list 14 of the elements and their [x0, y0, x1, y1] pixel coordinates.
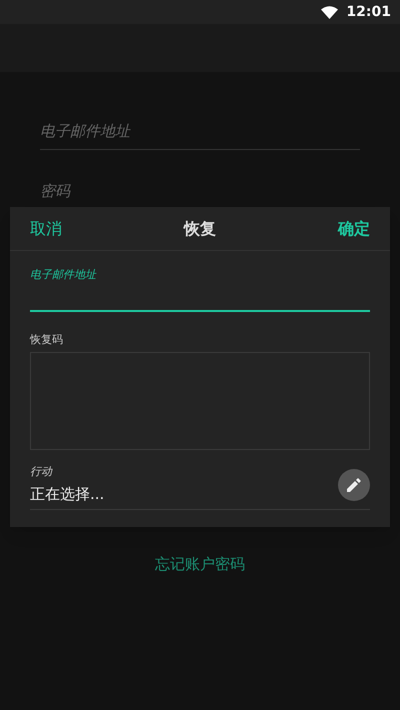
password-field[interactable]: 密码 — [40, 180, 360, 208]
action-label: 行动 — [30, 464, 54, 480]
action-value[interactable]: 正在选择... — [30, 482, 104, 505]
email-label: 电子邮件地址 — [30, 267, 98, 283]
edit-button[interactable] — [338, 469, 370, 501]
status-time: 12:01 — [346, 2, 391, 22]
wifi-icon — [321, 6, 338, 18]
forgot-password-link[interactable]: 忘记账户密码 — [155, 553, 245, 576]
cancel-button[interactable]: 取消 — [30, 216, 62, 240]
recovery-code-label: 恢复码 — [30, 332, 64, 348]
confirm-button[interactable]: 确定 — [338, 216, 370, 240]
dialog-title: 恢复 — [184, 218, 216, 240]
pencil-icon — [347, 478, 361, 492]
email-field[interactable]: 电子邮件地址 — [40, 120, 360, 150]
